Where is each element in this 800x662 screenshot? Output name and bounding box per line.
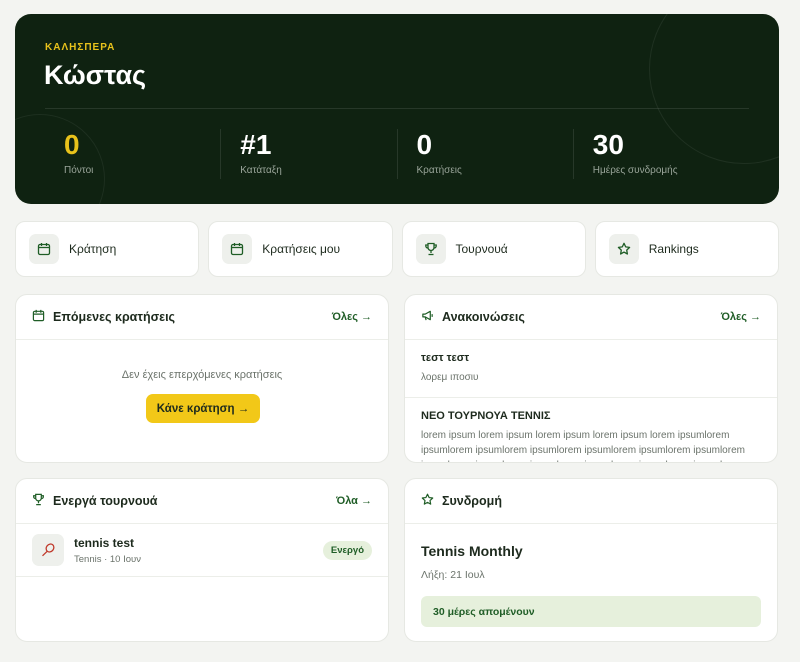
announcement-item[interactable]: ΝΕΟ ΤΟΥΡΝΟΥΑ ΤΕΝΝΙΣ lorem ipsum lorem ip… (405, 398, 777, 462)
card-title-text: Επόμενες κρατήσεις (53, 310, 176, 324)
action-label: Κράτηση (69, 242, 117, 256)
hero-divider (45, 108, 749, 109)
user-name: Κώστας (44, 60, 147, 90)
stat-bookings: 0 Κρατήσεις (396, 129, 573, 179)
stat-value: 0 (416, 129, 433, 160)
stat-value: 0 (64, 129, 80, 160)
greeting-label: ΚΑΛΗΣΠΕΡΑ (45, 42, 116, 53)
tournament-info: tennis test Tennis · 10 Ιουν (74, 536, 323, 565)
view-all-bookings-link[interactable]: Όλες → (332, 311, 372, 323)
action-booking[interactable]: Κράτηση (15, 221, 200, 277)
action-label: Κρατήσεις μου (262, 242, 341, 256)
card-title: Ανακοινώσεις (421, 309, 525, 325)
announcement-body: λορεμ ιποσιυ (421, 372, 479, 383)
stat-subscription-days: 30 Ημέρες συνδρομής (572, 129, 749, 179)
stat-label: Ημέρες συνδρομής (592, 165, 678, 176)
stat-points: 0 Πόντοι (45, 129, 220, 179)
card-title-text: Ενεργά τουρνουά (53, 494, 158, 508)
trophy-icon (32, 493, 45, 509)
quick-actions: Κράτηση Κρατήσεις μου Τουρνουά Rankings (15, 221, 779, 277)
calendar-icon (222, 234, 253, 264)
action-label: Τουρνουά (455, 242, 508, 256)
action-tournaments[interactable]: Τουρνουά (401, 221, 586, 277)
star-icon (421, 493, 434, 509)
card-title-text: Ανακοινώσεις (442, 310, 525, 324)
card-header: Ανακοινώσεις Όλες → (405, 295, 777, 340)
card-header: Επόμενες κρατήσεις Όλες → (16, 295, 388, 340)
status-badge: Ενεργό (322, 540, 372, 560)
card-title: Ενεργά τουρνουά (32, 493, 158, 509)
empty-state-text: Δεν έχεις επερχόμενες κρατήσεις (121, 369, 283, 381)
welcome-hero: ΚΑΛΗΣΠΕΡΑ Κώστας 0 Πόντοι #1 Κατάταξη 0 … (15, 14, 779, 204)
stat-value: 30 (592, 129, 624, 160)
announcement-item[interactable]: τεστ τεστ λορεμ ιποσιυ (405, 340, 777, 398)
announcement-title: τεστ τεστ (421, 352, 470, 364)
action-my-bookings[interactable]: Κρατήσεις μου (208, 221, 393, 277)
plan-expiry: Λήξη: 21 Ιουλ (421, 569, 485, 581)
stat-label: Κατάταξη (240, 165, 282, 176)
calendar-icon (32, 309, 45, 325)
subscription-card: Συνδρομή Tennis Monthly Λήξη: 21 Ιουλ 30… (404, 478, 778, 642)
tournament-row[interactable]: tennis test Tennis · 10 Ιουν Ενεργό (16, 524, 388, 577)
tournament-meta: Tennis · 10 Ιουν (74, 553, 141, 565)
calendar-icon (29, 234, 59, 264)
days-remaining-banner: 30 μέρες απομένουν (421, 596, 761, 627)
stats-row: 0 Πόντοι #1 Κατάταξη 0 Κρατήσεις 30 Ημέρ… (45, 129, 749, 179)
stat-label: Πόντοι (64, 165, 94, 176)
tennis-racket-icon (32, 534, 64, 566)
card-header: Συνδρομή (405, 479, 777, 524)
make-booking-button[interactable]: Κάνε κράτηση → (146, 394, 260, 423)
active-tournaments-card: Ενεργά τουρνουά Όλα → tennis test Tennis… (15, 478, 389, 642)
action-rankings[interactable]: Rankings (594, 221, 779, 277)
action-label: Rankings (648, 242, 699, 256)
announcement-body: lorem ipsum lorem ipsum lorem ipsum lore… (421, 430, 745, 462)
card-title-text: Συνδρομή (442, 494, 502, 508)
card-title: Συνδρομή (421, 493, 502, 509)
stat-label: Κρατήσεις (416, 165, 462, 176)
upcoming-bookings-card: Επόμενες κρατήσεις Όλες → Δεν έχεις επερ… (15, 294, 389, 463)
stat-rank: #1 Κατάταξη (220, 129, 396, 179)
trophy-icon (415, 234, 446, 264)
announcement-title: ΝΕΟ ΤΟΥΡΝΟΥΑ ΤΕΝΝΙΣ (421, 410, 551, 422)
announcements-card: Ανακοινώσεις Όλες → τεστ τεστ λορεμ ιποσ… (404, 294, 778, 463)
view-all-tournaments-link[interactable]: Όλα → (336, 495, 372, 507)
card-header: Ενεργά τουρνουά Όλα → (16, 479, 388, 524)
plan-name: Tennis Monthly (421, 543, 523, 559)
star-icon (608, 234, 639, 264)
view-all-announcements-link[interactable]: Όλες → (721, 311, 761, 323)
stat-value: #1 (240, 129, 272, 160)
tournament-name: tennis test (74, 535, 135, 550)
megaphone-icon (421, 309, 434, 325)
card-title: Επόμενες κρατήσεις (32, 309, 175, 325)
